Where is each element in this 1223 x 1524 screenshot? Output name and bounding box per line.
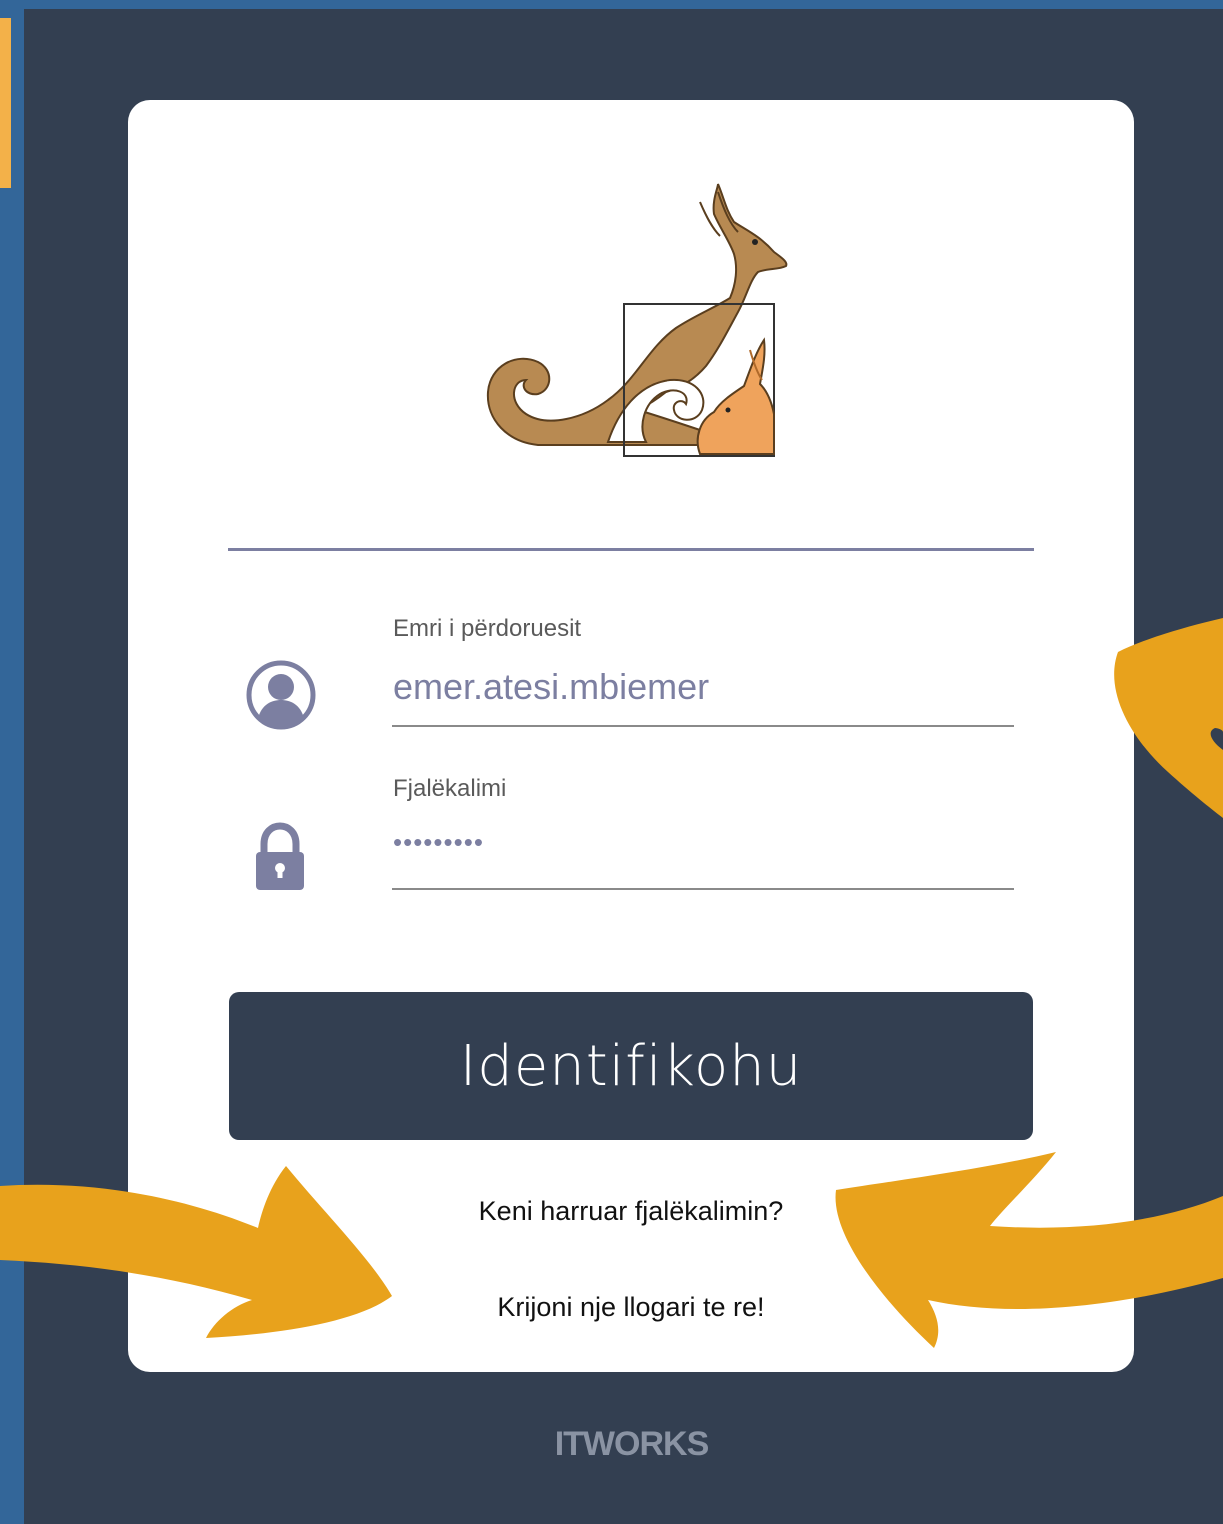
forgot-password-link[interactable]: Keni harruar fjalëkalimin? [128,1196,1134,1227]
username-underline [392,725,1014,727]
login-card: Emri i përdoruesit emer.atesi.mbiemer Fj… [128,100,1134,1372]
password-label: Fjalëkalimi [393,775,507,802]
kangaroo-logo [486,183,788,457]
password-input[interactable]: ••••••••• [393,827,484,858]
login-button[interactable]: Identifikohu [229,992,1033,1140]
logo-divider [228,548,1034,551]
footer-brand: ITWORKS [554,1425,710,1463]
create-account-link[interactable]: Krijoni nje llogari te re! [128,1292,1134,1323]
username-label: Emri i përdoruesit [393,615,582,642]
side-tab-marker [0,18,11,188]
password-underline [392,888,1014,890]
lock-icon [256,822,304,890]
user-icon [246,660,316,730]
username-input[interactable]: emer.atesi.mbiemer [393,666,709,708]
